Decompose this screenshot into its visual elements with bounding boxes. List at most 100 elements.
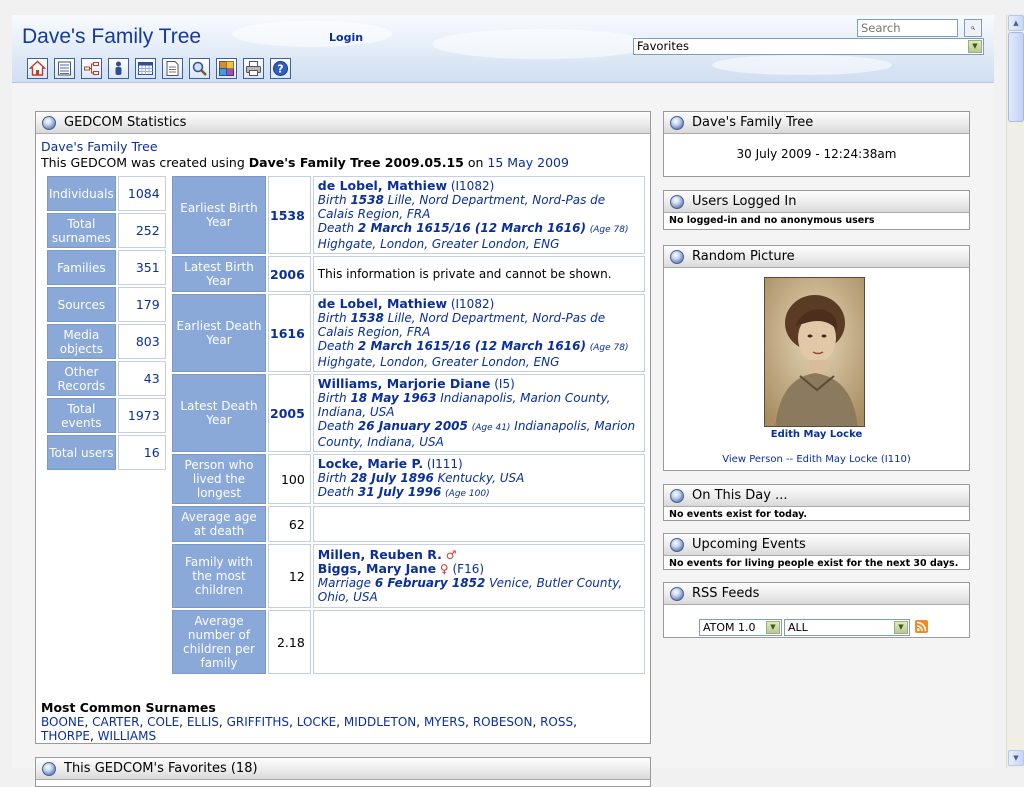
count-value[interactable]: 1973 <box>117 398 166 433</box>
fact-value: 12 <box>268 544 311 608</box>
rss-feed-link[interactable] <box>915 620 928 636</box>
block-bullet-icon <box>670 488 684 503</box>
person-link[interactable]: de Lobel, Mathiew <box>318 296 447 311</box>
list-icon <box>58 61 71 76</box>
count-value[interactable]: 16 <box>117 435 166 470</box>
block-header: Random Picture <box>664 246 969 268</box>
person-link[interactable]: Williams, Marjorie Diane <box>318 376 491 391</box>
search-input[interactable] <box>857 19 958 37</box>
surname-link[interactable]: BOONE <box>41 715 84 729</box>
search-tool-button[interactable] <box>189 58 210 79</box>
fact-year[interactable]: 2006 <box>268 256 311 292</box>
random-picture-block: Random Picture Edith May Locke View Pers… <box>663 245 970 471</box>
cloud-decoration <box>232 21 392 47</box>
fact-detail: This information is private and cannot b… <box>312 256 645 292</box>
reports-button[interactable] <box>162 58 183 79</box>
count-value[interactable]: 803 <box>117 324 166 359</box>
table-row: Total surnames 252 <box>47 213 166 248</box>
scroll-down-icon[interactable]: ▼ <box>1008 750 1024 766</box>
calendar-icon <box>138 62 153 75</box>
table-row: Other Records 43 <box>47 361 166 396</box>
portrait-image[interactable] <box>764 277 865 427</box>
search-button[interactable] <box>964 19 982 37</box>
count-value[interactable]: 43 <box>117 361 166 396</box>
person-link[interactable]: Locke, Marie P. <box>318 456 423 471</box>
count-label: Other Records <box>47 361 116 396</box>
multimedia-button[interactable] <box>216 58 237 79</box>
pedigree-button[interactable] <box>81 58 102 79</box>
fact-detail: Locke, Marie P. (I111) Birth 28 July 189… <box>312 454 645 504</box>
site-clock-block: Dave's Family Tree 30 July 2009 - 12:24:… <box>663 111 970 177</box>
fact-detail <box>312 610 645 674</box>
individual-button[interactable] <box>108 58 129 79</box>
block-title: Upcoming Events <box>692 537 806 552</box>
list-button[interactable] <box>54 58 75 79</box>
chevron-down-icon: ▼ <box>894 621 908 634</box>
person-link[interactable]: Biggs, Mary Jane <box>318 561 436 576</box>
scrollbar-thumb[interactable] <box>1008 32 1024 122</box>
home-button[interactable] <box>27 58 48 79</box>
surname-link[interactable]: CARTER <box>92 715 139 729</box>
gedcom-name[interactable]: Dave's Family Tree <box>41 139 645 154</box>
svg-text:?: ? <box>277 63 283 76</box>
search-icon <box>192 61 207 76</box>
block-header: GEDCOM Statistics <box>36 112 650 134</box>
favorites-dropdown[interactable]: Favorites ▼ <box>633 38 984 55</box>
magnifier-icon <box>971 26 975 30</box>
family-id: (F16) <box>452 562 485 576</box>
person-link[interactable]: de Lobel, Mathiew <box>318 178 447 193</box>
home-icon <box>29 60 46 76</box>
surname-link[interactable]: MYERS <box>424 715 465 729</box>
count-label: Families <box>47 250 116 285</box>
header: Dave's Family Tree Login Favorites ▼ <box>12 15 994 83</box>
gedcom-created-line: This GEDCOM was created using Dave's Fam… <box>41 155 645 170</box>
scroll-up-icon[interactable]: ▲ <box>1008 15 1024 31</box>
vertical-scrollbar[interactable]: ▲ ▼ <box>1006 14 1024 768</box>
count-value[interactable]: 252 <box>117 213 166 248</box>
surname-link[interactable]: ELLIS <box>187 715 219 729</box>
block-bullet-icon <box>670 586 684 601</box>
gallery-icon <box>219 61 234 76</box>
picture-person-name[interactable]: Edith May Locke <box>664 429 969 440</box>
site-title[interactable]: Dave's Family Tree <box>22 25 201 49</box>
gedcom-favorites-block: This GEDCOM's Favorites (18) <box>35 757 651 787</box>
surname-link[interactable]: MIDDLETON <box>344 715 416 729</box>
calendar-button[interactable] <box>135 58 156 79</box>
surname-link[interactable]: COLE <box>147 715 179 729</box>
fact-year[interactable]: 1616 <box>268 294 311 372</box>
print-button[interactable] <box>243 58 264 79</box>
fact-detail: Williams, Marjorie Diane (I5) Birth 18 M… <box>312 374 645 452</box>
count-value[interactable]: 179 <box>117 287 166 322</box>
surname-link[interactable]: GRIFFITHS <box>227 715 290 729</box>
person-id: (I1082) <box>450 179 495 193</box>
block-title: RSS Feeds <box>692 586 760 601</box>
view-person-link[interactable]: View Person -- Edith May Locke (I110) <box>664 454 969 465</box>
count-value[interactable]: 351 <box>117 250 166 285</box>
portrait-photo <box>765 278 864 426</box>
help-button[interactable]: ? <box>270 58 291 79</box>
fact-year[interactable]: 2005 <box>268 374 311 452</box>
table-row: Earliest Birth Year 1538 de Lobel, Mathi… <box>172 176 645 254</box>
help-icon: ? <box>273 61 288 76</box>
table-row: Individuals 1084 <box>47 176 166 211</box>
surname-link[interactable]: ROBESON <box>473 715 533 729</box>
login-link[interactable]: Login <box>329 31 363 44</box>
surname-link[interactable]: LOCKE <box>297 715 337 729</box>
rss-filter-select[interactable]: ALL ▼ <box>784 619 910 636</box>
rss-format-select[interactable]: ATOM 1.0 ▼ <box>699 619 782 636</box>
surname-link[interactable]: WILLIAMS <box>98 729 157 743</box>
table-row: Latest Death Year 2005 Williams, Marjori… <box>172 374 645 452</box>
person-id: (I5) <box>494 377 515 391</box>
fact-year[interactable]: 1538 <box>268 176 311 254</box>
surname-link[interactable]: ROSS <box>540 715 573 729</box>
print-icon <box>246 61 261 76</box>
users-logged-in-block: Users Logged In No logged-in and no anon… <box>663 190 970 230</box>
count-value[interactable]: 1084 <box>117 176 166 211</box>
created-date[interactable]: 15 May 2009 <box>487 155 569 170</box>
table-row: Family with the most children 12 Millen,… <box>172 544 645 608</box>
cloud-decoration <box>712 55 892 75</box>
block-bullet-icon <box>670 249 684 264</box>
surname-link[interactable]: THORPE <box>41 729 90 743</box>
person-link[interactable]: Millen, Reuben R. <box>318 547 442 562</box>
table-row: Sources 179 <box>47 287 166 322</box>
